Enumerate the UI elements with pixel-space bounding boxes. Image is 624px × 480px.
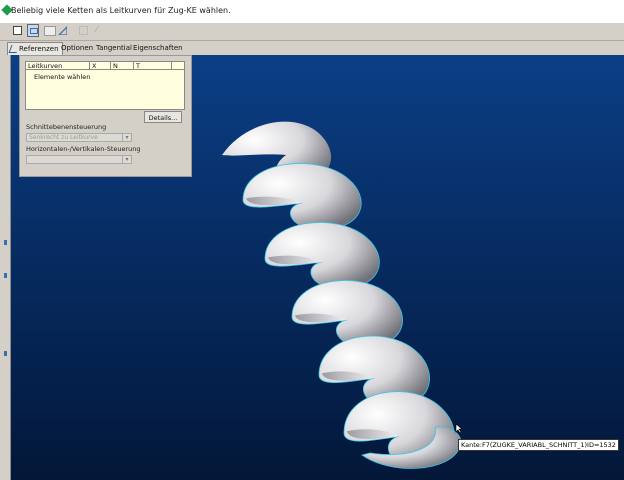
mouse-cursor-icon: [455, 423, 463, 434]
chevron-down-icon: ▾: [122, 134, 131, 141]
line-icon[interactable]: ⁄: [96, 26, 105, 35]
box-icon[interactable]: [79, 26, 88, 35]
tab-bar: Referenzen Optionen Tangential Eigenscha…: [0, 41, 624, 55]
trajectory-table[interactable]: Leitkurven X N T Elemente wählen: [25, 61, 185, 110]
chevron-down-icon: ▾: [122, 156, 131, 163]
strip-marker[interactable]: [4, 240, 7, 245]
select-value: Senkrecht zu Leitkurve: [29, 134, 98, 141]
left-dock-strip: [0, 55, 11, 480]
strip-marker[interactable]: [4, 273, 7, 278]
edit-icon[interactable]: [44, 26, 56, 36]
sweep-icon[interactable]: [27, 24, 39, 37]
tab-referenzen[interactable]: Referenzen: [7, 42, 63, 55]
section-control-label: Schnittebenensteuerung: [26, 123, 107, 131]
tab-label: Referenzen: [19, 45, 59, 53]
references-panel: Leitkurven X N T Elemente wählen Details…: [19, 55, 192, 177]
details-button[interactable]: Details...: [144, 111, 182, 123]
chord-icon[interactable]: [58, 26, 67, 35]
edge-tooltip: Kante:F7(ZUGKE_VARIABL_SCHNITT_1)ID=1532: [458, 439, 619, 451]
hv-control-select[interactable]: ▾: [26, 155, 132, 164]
col-x: X: [90, 62, 111, 70]
col-extra: [172, 62, 184, 70]
hv-control-label: Horizontalen-/Vertikalen-Steuerung: [26, 145, 141, 153]
section-control-select[interactable]: Senkrecht zu Leitkurve ▾: [26, 133, 132, 142]
col-n: N: [111, 62, 134, 70]
tab-tangential[interactable]: Tangential: [96, 42, 132, 54]
dashboard-toolbar: ⁄: [0, 23, 624, 41]
col-t: T: [134, 62, 172, 70]
references-icon: [8, 45, 20, 53]
strip-marker[interactable]: [4, 351, 7, 356]
table-row[interactable]: Elemente wählen: [34, 73, 90, 81]
col-leitkurven: Leitkurven: [26, 62, 90, 70]
message-text: Beliebig viele Ketten als Leitkurven für…: [11, 6, 231, 15]
helix-coils: [222, 121, 462, 469]
tab-optionen[interactable]: Optionen: [61, 42, 93, 54]
message-bar: Beliebig viele Ketten als Leitkurven für…: [0, 0, 624, 24]
tab-eigenschaften[interactable]: Eigenschaften: [133, 42, 183, 54]
new-icon[interactable]: [13, 26, 22, 35]
